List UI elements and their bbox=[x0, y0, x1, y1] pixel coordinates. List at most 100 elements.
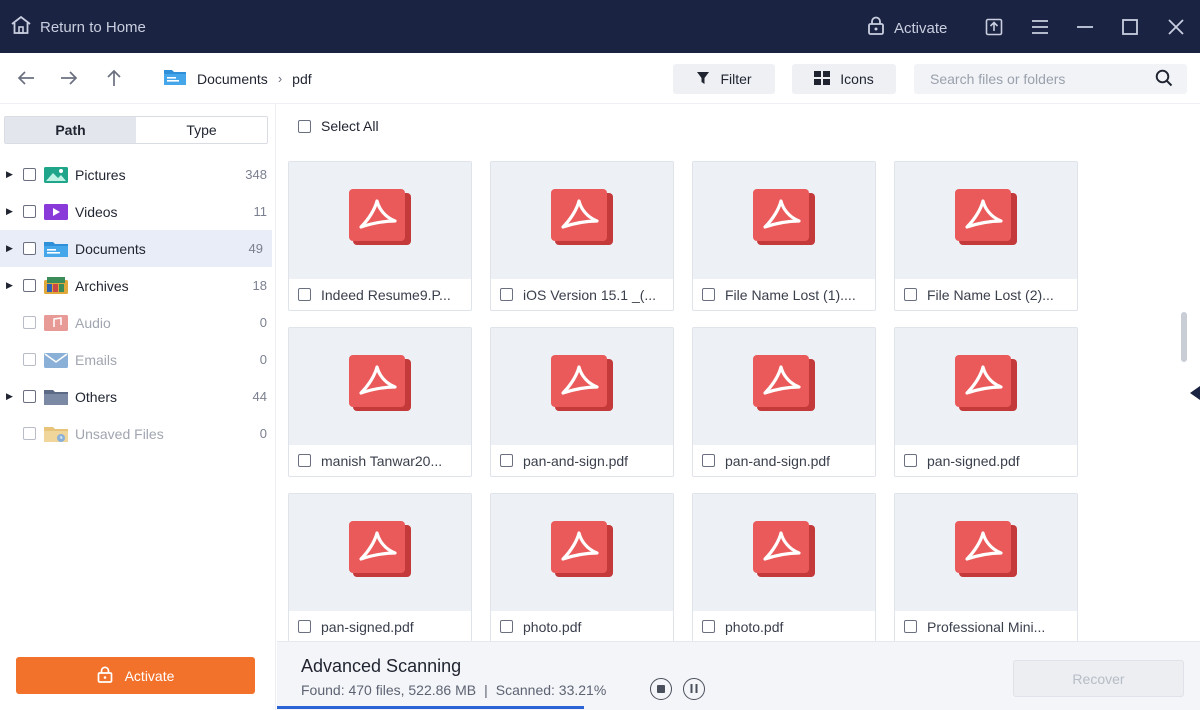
filter-button[interactable]: Filter bbox=[673, 64, 775, 94]
sidebar-item-videos[interactable]: ▶Videos11 bbox=[0, 193, 276, 230]
category-count: 0 bbox=[260, 426, 267, 441]
file-card[interactable]: photo.pdf bbox=[490, 493, 674, 641]
category-checkbox[interactable] bbox=[23, 427, 36, 440]
file-thumbnail[interactable] bbox=[289, 162, 471, 279]
pause-icon bbox=[690, 680, 698, 698]
file-card[interactable]: Professional Mini... bbox=[894, 493, 1078, 641]
select-all-checkbox[interactable]: Select All bbox=[298, 118, 379, 134]
tab-type[interactable]: Type bbox=[136, 117, 267, 143]
file-card[interactable]: manish Tanwar20... bbox=[288, 327, 472, 477]
file-thumbnail[interactable] bbox=[289, 494, 471, 611]
file-card[interactable]: Indeed Resume9.P... bbox=[288, 161, 472, 311]
category-checkbox[interactable] bbox=[23, 316, 36, 329]
file-checkbox[interactable] bbox=[904, 454, 917, 467]
filter-label: Filter bbox=[720, 71, 751, 87]
file-checkbox[interactable] bbox=[298, 288, 311, 301]
home-icon bbox=[10, 15, 32, 39]
sidebar-item-documents[interactable]: ▶Documents49 bbox=[0, 230, 272, 267]
category-checkbox[interactable] bbox=[23, 279, 36, 292]
expand-caret-icon[interactable]: ▶ bbox=[6, 243, 14, 254]
file-checkbox[interactable] bbox=[702, 620, 715, 633]
sidebar-item-others[interactable]: ▶Others44 bbox=[0, 378, 276, 415]
sidebar-item-emails[interactable]: Emails0 bbox=[0, 341, 276, 378]
file-checkbox[interactable] bbox=[904, 288, 917, 301]
view-mode-button[interactable]: Icons bbox=[792, 64, 896, 94]
category-checkbox[interactable] bbox=[23, 353, 36, 366]
pdf-file-icon bbox=[753, 355, 815, 418]
tab-path[interactable]: Path bbox=[5, 117, 136, 143]
minimize-icon[interactable] bbox=[1074, 16, 1096, 38]
forward-arrow-icon[interactable] bbox=[58, 67, 80, 89]
file-card[interactable]: pan-and-sign.pdf bbox=[490, 327, 674, 477]
upload-icon[interactable] bbox=[983, 16, 1005, 38]
documents-folder-icon bbox=[163, 68, 187, 89]
expand-caret-icon[interactable]: ▶ bbox=[6, 169, 14, 180]
file-card-footer: iOS Version 15.1 _(... bbox=[491, 279, 673, 310]
sidebar-item-audio[interactable]: Audio0 bbox=[0, 304, 276, 341]
file-thumbnail[interactable] bbox=[693, 494, 875, 611]
expand-caret-icon[interactable]: ▶ bbox=[6, 280, 14, 291]
maximize-icon[interactable] bbox=[1119, 16, 1141, 38]
file-checkbox[interactable] bbox=[500, 620, 513, 633]
menu-icon[interactable] bbox=[1029, 16, 1051, 38]
file-thumbnail[interactable] bbox=[895, 162, 1077, 279]
search-icon[interactable] bbox=[1155, 69, 1173, 90]
file-checkbox[interactable] bbox=[500, 454, 513, 467]
scrollbar-thumb[interactable] bbox=[1181, 312, 1187, 362]
file-thumbnail[interactable] bbox=[693, 328, 875, 445]
category-checkbox[interactable] bbox=[23, 205, 36, 218]
category-checkbox[interactable] bbox=[23, 242, 36, 255]
expand-caret-icon[interactable]: ▶ bbox=[6, 206, 14, 217]
file-checkbox[interactable] bbox=[298, 454, 311, 467]
collapse-panel-arrow-icon[interactable] bbox=[1190, 386, 1200, 400]
file-card-footer: manish Tanwar20... bbox=[289, 445, 471, 476]
file-card[interactable]: pan-signed.pdf bbox=[288, 493, 472, 641]
file-card[interactable]: pan-and-sign.pdf bbox=[692, 327, 876, 477]
up-arrow-icon[interactable] bbox=[103, 67, 125, 89]
file-thumbnail[interactable] bbox=[289, 328, 471, 445]
file-card[interactable]: File Name Lost (1).... bbox=[692, 161, 876, 311]
expand-caret-icon[interactable]: ▶ bbox=[6, 391, 14, 402]
file-checkbox[interactable] bbox=[500, 288, 513, 301]
titlebar-activate-button[interactable]: Activate bbox=[866, 16, 947, 40]
scan-status: Found: 470 files, 522.86 MB | Scanned: 3… bbox=[301, 682, 606, 698]
sidebar-item-pictures[interactable]: ▶ Pictures 348 bbox=[0, 156, 276, 193]
search-input[interactable] bbox=[930, 71, 1150, 87]
close-icon[interactable] bbox=[1165, 16, 1187, 38]
file-card[interactable]: iOS Version 15.1 _(... bbox=[490, 161, 674, 311]
category-count: 348 bbox=[245, 167, 267, 182]
file-card-footer: photo.pdf bbox=[693, 611, 875, 641]
file-card[interactable]: File Name Lost (2)... bbox=[894, 161, 1078, 311]
category-checkbox[interactable] bbox=[23, 168, 36, 181]
file-thumbnail[interactable] bbox=[895, 328, 1077, 445]
file-checkbox[interactable] bbox=[904, 620, 917, 633]
breadcrumb-item-documents[interactable]: Documents bbox=[197, 71, 268, 87]
sidebar-item-unsaved-files[interactable]: Unsaved Files0 bbox=[0, 415, 276, 452]
found-text: Found: 470 files, 522.86 MB bbox=[301, 682, 476, 698]
pause-scan-button[interactable] bbox=[683, 678, 705, 700]
sidebar: Path Type ▶ Pictures 348 ▶Videos11▶Document… bbox=[0, 104, 276, 710]
recover-button[interactable]: Recover bbox=[1013, 660, 1184, 697]
file-card[interactable]: pan-signed.pdf bbox=[894, 327, 1078, 477]
stop-scan-button[interactable] bbox=[650, 678, 672, 700]
file-checkbox[interactable] bbox=[298, 620, 311, 633]
category-label: Pictures bbox=[75, 167, 126, 183]
file-checkbox[interactable] bbox=[702, 288, 715, 301]
file-card[interactable]: photo.pdf bbox=[692, 493, 876, 641]
file-thumbnail[interactable] bbox=[491, 162, 673, 279]
sidebar-item-archives[interactable]: ▶Archives18 bbox=[0, 267, 276, 304]
sidebar-activate-button[interactable]: Activate bbox=[16, 657, 255, 694]
file-thumbnail[interactable] bbox=[895, 494, 1077, 611]
stop-icon bbox=[657, 685, 665, 693]
file-thumbnail[interactable] bbox=[491, 328, 673, 445]
file-checkbox[interactable] bbox=[702, 454, 715, 467]
lock-icon bbox=[866, 16, 886, 40]
category-checkbox[interactable] bbox=[23, 390, 36, 403]
file-thumbnail[interactable] bbox=[491, 494, 673, 611]
scanned-text: Scanned: 33.21% bbox=[496, 682, 607, 698]
back-arrow-icon[interactable] bbox=[15, 67, 37, 89]
return-home-button[interactable]: Return to Home bbox=[10, 14, 146, 40]
file-thumbnail[interactable] bbox=[693, 162, 875, 279]
return-home-label: Return to Home bbox=[40, 19, 146, 36]
breadcrumb-item-pdf[interactable]: pdf bbox=[292, 71, 311, 87]
